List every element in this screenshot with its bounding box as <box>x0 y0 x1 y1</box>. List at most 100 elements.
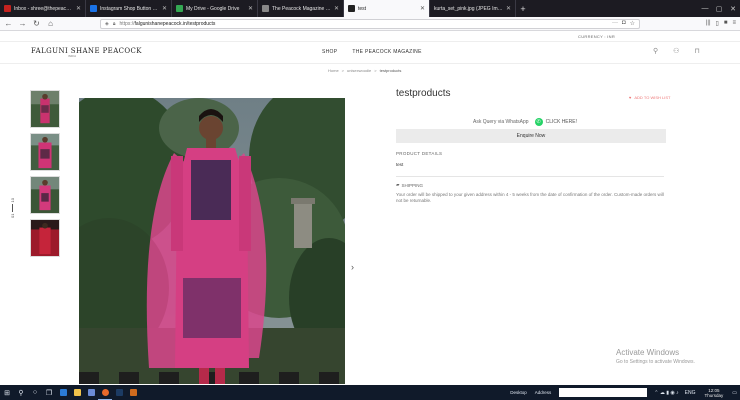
home-icon[interactable]: ⌂ <box>46 19 55 28</box>
tray-icons[interactable]: ⌃ ☁ ▮ ◉ ♪ <box>651 390 681 396</box>
site-logo[interactable]: FALGUNI SHANE PEACOCK <box>31 47 142 55</box>
url-prefix: https:// <box>119 20 135 27</box>
header-divider <box>0 41 740 42</box>
site-icon <box>348 5 355 12</box>
header-divider <box>0 63 740 64</box>
close-tab-icon[interactable]: ✕ <box>162 5 167 12</box>
shipping-label: SHIPPING <box>401 182 423 188</box>
tab-title: The Peacock Magazine by Falg... <box>272 5 331 12</box>
pocket-icon[interactable]: ◘ <box>622 20 626 27</box>
close-tab-icon[interactable]: ✕ <box>334 5 339 12</box>
site-icon <box>262 5 269 12</box>
forward-icon[interactable]: → <box>18 19 27 28</box>
clock-day: Thursday <box>704 392 724 398</box>
section-divider <box>396 176 664 177</box>
gmail-icon <box>4 5 11 12</box>
next-image-arrow-icon[interactable]: › <box>351 262 354 272</box>
illustrator-icon[interactable] <box>126 385 140 400</box>
url-text: falgunishanepeacock.in/testproducts <box>134 20 216 27</box>
windows-start-icon[interactable]: ⊞ <box>0 385 14 400</box>
close-tab-icon[interactable]: ✕ <box>506 5 511 12</box>
add-to-wishlist-button[interactable]: ♥ ADD TO WISH LIST <box>629 95 670 100</box>
taskbar-address-input[interactable] <box>559 388 648 397</box>
close-window-icon[interactable]: ✕ <box>726 0 740 17</box>
ask-query-row: Ask Query via WhatsApp ✆ CLICK HERE! <box>473 118 577 126</box>
browser-tab-strip: Inbox - shree@thepeacockin... ✕ Instagra… <box>0 0 740 17</box>
ask-query-label: Ask Query via WhatsApp <box>473 119 529 125</box>
product-title: testproducts <box>396 88 451 99</box>
browser-tab-drive[interactable]: My Drive - Google Drive ✕ <box>172 0 258 17</box>
browser-tab-gmail[interactable]: Inbox - shree@thepeacockin... ✕ <box>0 0 86 17</box>
product-thumbnail[interactable] <box>30 176 60 214</box>
browser-nav-bar: ← → ↻ ⌂ ◈ 🔒︎ https://falgunishanepeacock… <box>0 17 740 31</box>
close-tab-icon[interactable]: ✕ <box>420 5 425 12</box>
tab-title: test <box>358 5 367 12</box>
taskbar-clock[interactable]: 12:05 Thursday <box>699 388 730 398</box>
product-thumbnail[interactable] <box>30 219 60 257</box>
tab-title: Inbox - shree@thepeacockin... <box>14 5 73 12</box>
extension-icon[interactable]: ■ <box>724 20 728 27</box>
new-tab-icon[interactable]: + <box>516 0 530 17</box>
watermark-subtitle: Go to Settings to activate Windows. <box>616 359 695 365</box>
taskbar-desktop-toolbar[interactable]: Desktop <box>506 390 531 395</box>
reload-icon[interactable]: ↻ <box>32 19 41 28</box>
wishlist-label: ADD TO WISH LIST <box>634 95 671 100</box>
shopping-bag-icon[interactable]: ⊓ <box>694 47 699 55</box>
address-bar[interactable]: ◈ 🔒︎ https://falgunishanepeacock.in/test… <box>100 18 640 29</box>
image-counter: 01 10 <box>0 198 27 218</box>
image-counter-current: 01 <box>9 213 15 218</box>
store-icon[interactable] <box>84 385 98 400</box>
page-actions-icon[interactable]: ··· <box>612 20 618 27</box>
heart-icon: ♥ <box>629 95 632 100</box>
nav-peacock-magazine[interactable]: THE PEACOCK MAGAZINE <box>352 49 421 55</box>
notifications-icon[interactable]: ▭ <box>729 390 740 396</box>
explorer-icon[interactable] <box>70 385 84 400</box>
site-logo-subtitle: INDIA <box>68 55 77 58</box>
minimize-icon[interactable]: — <box>698 0 712 17</box>
sidebar-icon[interactable]: ▯ <box>716 20 719 27</box>
back-icon[interactable]: ← <box>4 19 13 28</box>
breadcrumb-category[interactable]: unisexwoodie <box>347 68 371 73</box>
google-docs-icon <box>90 5 97 12</box>
browser-tab-instagram[interactable]: Instagram Shop Button - Goog... ✕ <box>86 0 172 17</box>
menu-icon[interactable]: ≡ <box>732 20 736 27</box>
search-icon[interactable]: ⚲ <box>653 47 658 55</box>
product-details-label: PRODUCT DETAILS <box>396 151 443 156</box>
task-view-icon[interactable]: ❐ <box>42 385 56 400</box>
search-icon[interactable]: ⚲ <box>14 385 28 400</box>
browser-tab-test[interactable]: test ✕ <box>344 0 430 17</box>
tab-title: My Drive - Google Drive <box>186 5 240 12</box>
taskbar-address-label: Address <box>534 390 552 395</box>
user-icon[interactable]: ⚇ <box>673 47 679 55</box>
nav-shop[interactable]: SHOP <box>322 49 337 55</box>
library-icon[interactable]: ||| <box>706 20 711 27</box>
whatsapp-click-here-link[interactable]: CLICK HERE! <box>546 119 577 125</box>
cortana-icon[interactable]: ○ <box>28 385 42 400</box>
whatsapp-icon[interactable]: ✆ <box>534 118 543 126</box>
browser-tab-magazine[interactable]: The Peacock Magazine by Falg... ✕ <box>258 0 344 17</box>
maximize-icon[interactable]: ▢ <box>712 0 726 17</box>
firefox-icon[interactable] <box>98 385 112 400</box>
photoshop-icon[interactable] <box>112 385 126 400</box>
shipping-heading: ▰ SHIPPING <box>396 182 423 188</box>
tab-title: Instagram Shop Button - Goog... <box>100 5 159 12</box>
language-indicator[interactable]: ENG <box>682 390 699 396</box>
currency-selector[interactable]: CURRENCY : INR <box>578 34 615 39</box>
breadcrumb-home[interactable]: Home <box>328 68 339 73</box>
lock-icon[interactable]: 🔒︎ <box>113 21 116 27</box>
enquire-now-button[interactable]: Enquire Now <box>396 129 666 143</box>
product-main-image[interactable] <box>79 98 345 384</box>
image-counter-total: 10 <box>9 198 15 203</box>
activate-windows-watermark: Activate Windows Go to Settings to activ… <box>616 348 695 365</box>
windows-taskbar: ⊞ ⚲ ○ ❐ Desktop Address ⌃ ☁ ▮ ◉ ♪ ENG 12… <box>0 385 740 400</box>
shield-icon[interactable]: ◈ <box>105 21 109 27</box>
bookmark-star-icon[interactable]: ☆ <box>630 20 635 27</box>
breadcrumb: Home > unisexwoodie > testproducts <box>328 68 401 73</box>
browser-tab-image[interactable]: kurta_set_pink.jpg (JPEG Image, 10... ✕ <box>430 0 516 17</box>
close-tab-icon[interactable]: ✕ <box>76 5 81 12</box>
product-details-value: test <box>396 162 404 167</box>
product-thumbnail[interactable] <box>30 90 60 128</box>
close-tab-icon[interactable]: ✕ <box>248 5 253 12</box>
edge-icon[interactable] <box>56 385 70 400</box>
product-thumbnail[interactable] <box>30 133 60 171</box>
